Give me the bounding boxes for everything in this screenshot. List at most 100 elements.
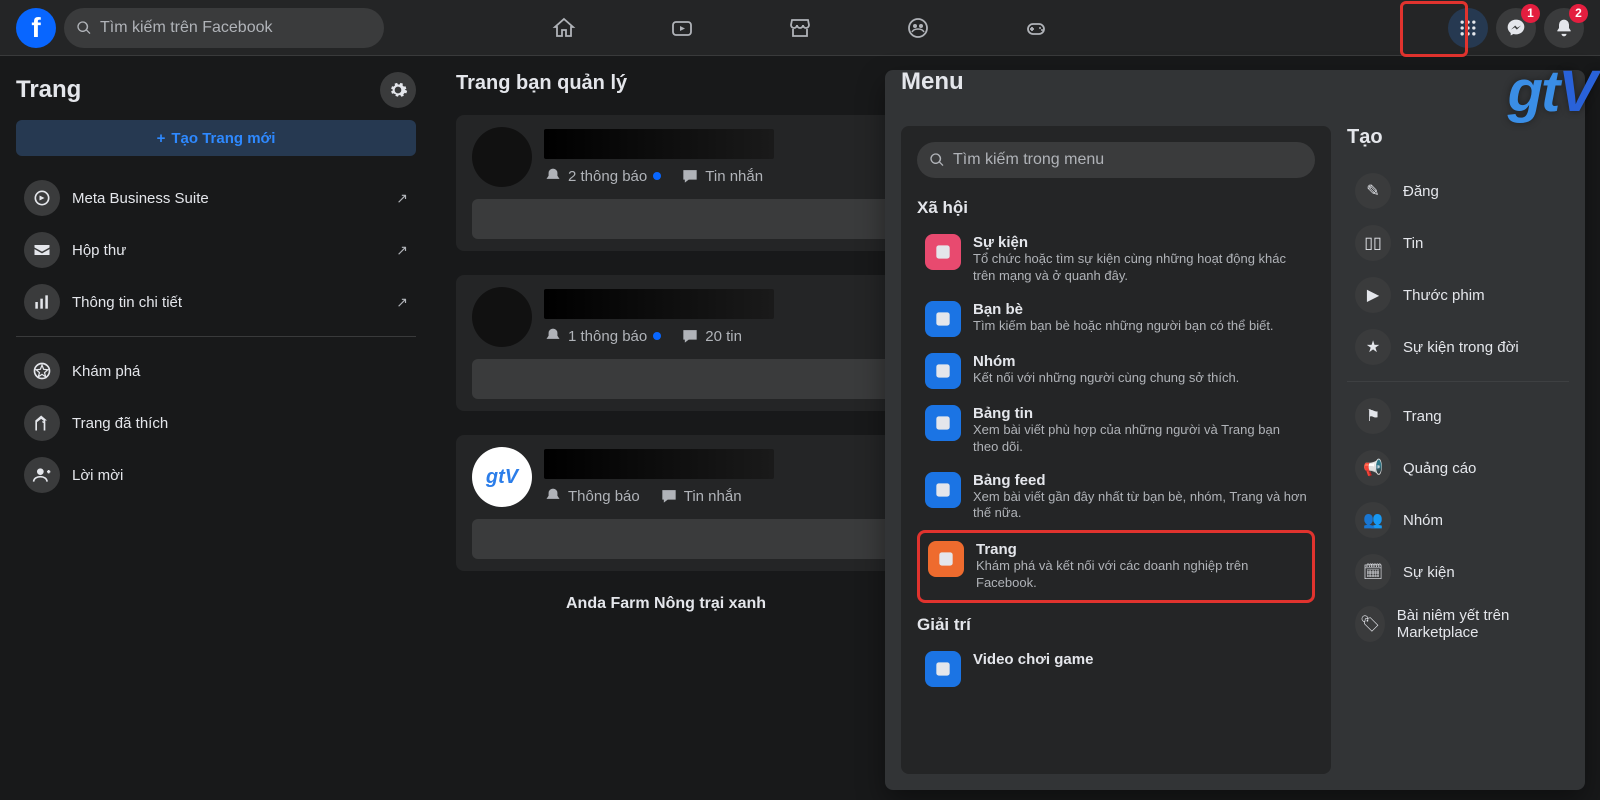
- create-item-5[interactable]: 📢Quảng cáo: [1347, 442, 1569, 494]
- nav-marketplace[interactable]: [745, 4, 855, 52]
- bell-icon: [544, 487, 562, 505]
- search-input[interactable]: Tìm kiếm trên Facebook: [64, 8, 384, 48]
- create-item-4[interactable]: ⚑Trang: [1347, 390, 1569, 442]
- create-item-1[interactable]: ▯▯ Tin: [1347, 217, 1569, 269]
- create-item-icon: 📢: [1355, 450, 1391, 486]
- chat-icon: [660, 487, 678, 505]
- menu-item-icon: [925, 353, 961, 389]
- create-item-label: Nhóm: [1403, 512, 1443, 529]
- sidebar-item-3[interactable]: Khám phá: [16, 345, 416, 397]
- page-avatar: [472, 287, 532, 347]
- top-bar: f Tìm kiếm trên Facebook 1 2: [0, 0, 1600, 56]
- chat-icon: [681, 327, 699, 345]
- notifications-link[interactable]: 2 thông báo: [544, 167, 661, 185]
- create-title: Tạo: [1347, 126, 1569, 149]
- messages-link[interactable]: Tin nhắn: [681, 167, 763, 185]
- menu-item-Video chơi game[interactable]: Video chơi game: [917, 643, 1315, 695]
- menu-title: Menu: [901, 68, 964, 96]
- create-item-8[interactable]: 🏷Bài niêm yết trên Marketplace: [1347, 598, 1569, 650]
- create-item-2[interactable]: ▶Thước phim: [1347, 269, 1569, 321]
- menu-item-title: Sự kiện: [973, 234, 1307, 251]
- menu-search-placeholder: Tìm kiếm trong menu: [953, 151, 1104, 169]
- menu-item-desc: Xem bài viết gần đây nhất từ bạn bè, nhó…: [973, 489, 1307, 523]
- create-item-icon: ▯▯: [1355, 225, 1391, 261]
- sidebar-item-label: Meta Business Suite: [72, 190, 384, 207]
- page-avatar: [472, 127, 532, 187]
- create-item-icon: 👥: [1355, 502, 1391, 538]
- sidebar-item-label: Hộp thư: [72, 242, 384, 259]
- sidebar-item-icon: [24, 405, 60, 441]
- create-item-3[interactable]: ★ Sự kiện trong đời: [1347, 321, 1569, 373]
- external-link-icon: ↗: [396, 242, 408, 259]
- messenger-button[interactable]: 1: [1496, 8, 1536, 48]
- nav-center: [509, 4, 1091, 52]
- menu-item-icon: [925, 472, 961, 508]
- sidebar-item-5[interactable]: Lời mời: [16, 449, 416, 501]
- messages-link[interactable]: Tin nhắn: [660, 487, 742, 505]
- create-item-6[interactable]: 👥 Nhóm: [1347, 494, 1569, 546]
- gear-icon: [388, 80, 408, 100]
- create-item-label: Đăng: [1403, 183, 1439, 200]
- sidebar-item-label: Trang đã thích: [72, 415, 408, 432]
- menu-item-Bạn bè[interactable]: Bạn bèTìm kiếm bạn bè hoặc những người b…: [917, 293, 1315, 345]
- sidebar-item-4[interactable]: Trang đã thích: [16, 397, 416, 449]
- top-right: 1 2: [1448, 8, 1584, 48]
- bell-icon: [544, 167, 562, 185]
- menu-item-icon: [925, 234, 961, 270]
- search-icon: [76, 20, 92, 36]
- create-item-0[interactable]: ✎Đăng: [1347, 165, 1569, 217]
- notifications-button[interactable]: 2: [1544, 8, 1584, 48]
- create-item-icon: 🏷: [1355, 606, 1385, 642]
- sidebar-item-icon: [24, 180, 60, 216]
- nav-home[interactable]: [509, 4, 619, 52]
- nav-watch[interactable]: [627, 4, 737, 52]
- create-item-label: Sự kiện trong đời: [1403, 339, 1519, 356]
- menu-item-icon: [925, 651, 961, 687]
- create-item-7[interactable]: 🗓Sự kiện: [1347, 546, 1569, 598]
- nav-gaming[interactable]: [981, 4, 1091, 52]
- notifications-link[interactable]: 1 thông báo: [544, 327, 661, 345]
- menu-item-Nhóm[interactable]: NhómKết nối với những người cùng chung s…: [917, 345, 1315, 397]
- create-item-icon: ★: [1355, 329, 1391, 365]
- page-name-redacted: [544, 129, 774, 159]
- menu-item-desc: Khám phá và kết nối với các doanh nghiệp…: [976, 558, 1304, 592]
- plus-icon: +: [157, 130, 166, 147]
- unread-dot: [653, 332, 661, 340]
- sidebar-item-2[interactable]: Thông tin chi tiết↗: [16, 276, 416, 328]
- bell-icon: [544, 327, 562, 345]
- menu-item-Sự kiện[interactable]: Sự kiệnTổ chức hoặc tìm sự kiện cùng nhữ…: [917, 226, 1315, 293]
- create-page-button[interactable]: + Tạo Trang mới: [16, 120, 416, 156]
- notifications-link[interactable]: Thông báo: [544, 487, 640, 505]
- search-placeholder: Tìm kiếm trên Facebook: [100, 19, 273, 37]
- menu-item-title: Video chơi game: [973, 651, 1093, 668]
- menu-panel: Menu Tìm kiếm trong menu Xã hội Sự kiệnT…: [885, 70, 1585, 790]
- unread-dot: [653, 172, 661, 180]
- grid-icon: [1458, 18, 1478, 38]
- nav-groups[interactable]: [863, 4, 973, 52]
- bell-icon: [1554, 18, 1574, 38]
- messages-link[interactable]: 20 tin: [681, 327, 742, 345]
- settings-button[interactable]: [380, 72, 416, 108]
- sidebar-item-icon: [24, 232, 60, 268]
- menu-item-desc: Tổ chức hoặc tìm sự kiện cùng những hoạt…: [973, 251, 1307, 285]
- menu-item-Bảng tin[interactable]: Bảng tinXem bài viết phù hợp của những n…: [917, 397, 1315, 464]
- sidebar-item-icon: [24, 457, 60, 493]
- create-item-icon: 🗓: [1355, 554, 1391, 590]
- page-name-redacted: [544, 449, 774, 479]
- menu-grid-button[interactable]: [1448, 8, 1488, 48]
- create-item-label: Tin: [1403, 235, 1423, 252]
- page-title: Trang: [16, 76, 380, 104]
- create-page-label: Tạo Trang mới: [171, 130, 275, 147]
- facebook-logo[interactable]: f: [16, 8, 56, 48]
- menu-item-icon: [928, 541, 964, 577]
- menu-search-input[interactable]: Tìm kiếm trong menu: [917, 142, 1315, 178]
- sidebar-item-0[interactable]: Meta Business Suite↗: [16, 172, 416, 224]
- menu-item-Trang[interactable]: TrangKhám phá và kết nối với các doanh n…: [917, 530, 1315, 603]
- menu-item-title: Bảng feed: [973, 472, 1307, 489]
- menu-item-desc: Xem bài viết phù hợp của những người và …: [973, 422, 1307, 456]
- menu-item-title: Bảng tin: [973, 405, 1307, 422]
- menu-item-Bảng feed[interactable]: Bảng feedXem bài viết gần đây nhất từ bạ…: [917, 464, 1315, 531]
- chat-icon: [681, 167, 699, 185]
- messenger-icon: [1506, 18, 1526, 38]
- sidebar-item-1[interactable]: Hộp thư ↗: [16, 224, 416, 276]
